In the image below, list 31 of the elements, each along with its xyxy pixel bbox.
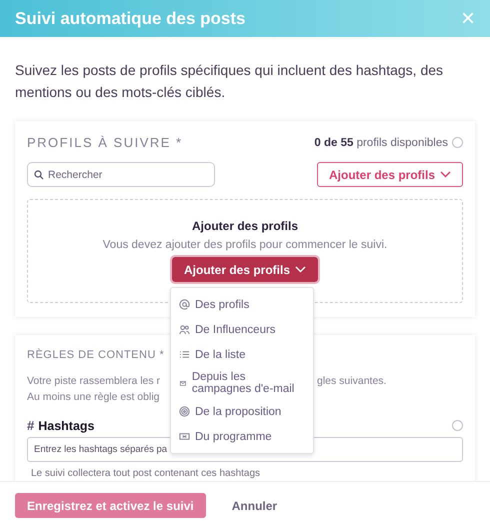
- chevron-down-icon: [295, 266, 306, 273]
- rules-text: Votre piste rassemblera les r: [27, 374, 162, 389]
- chevron-down-icon: [440, 171, 451, 178]
- add-profiles-button[interactable]: Ajouter des profils: [317, 162, 463, 187]
- search-field[interactable]: Rechercher: [27, 162, 215, 187]
- section-title: RÈGLES DE CONTENU *: [27, 349, 164, 361]
- field-hint: Le suivi collectera tout post contenant ces hashtags: [31, 468, 262, 479]
- ticket-icon: [179, 431, 190, 442]
- menu-item[interactable]: De la liste: [171, 342, 313, 367]
- profile-count: 0 de 55 profils disponibles: [314, 136, 448, 148]
- target-icon: [179, 406, 190, 417]
- add-profiles-button[interactable]: Ajouter des profils: [172, 257, 318, 282]
- cancel-button[interactable]: Annuler: [226, 498, 284, 514]
- menu-item[interactable]: Depuis les campagnes d'e-mail: [171, 367, 313, 399]
- window-title: Suivi automatique des posts: [15, 8, 246, 28]
- hash-icon: #: [27, 418, 34, 433]
- people-icon: [179, 324, 190, 335]
- rules-text: Au moins une règle est oblig: [27, 390, 160, 405]
- menu-item[interactable]: Des profils: [171, 292, 313, 317]
- at-icon: [179, 299, 190, 310]
- field-label: Hashtags: [38, 418, 95, 432]
- menu-item[interactable]: De la proposition: [171, 399, 313, 424]
- list-icon: [179, 349, 190, 360]
- menu-item[interactable]: Du programme: [171, 424, 313, 449]
- intro-text: Suivez les posts de profils spécifiques qui incluent des hashtags, des mentions ou des mots-clés ciblés.: [15, 61, 444, 102]
- search-icon: [34, 170, 44, 180]
- menu-item[interactable]: De Influenceurs: [171, 317, 313, 342]
- empty-state-text: Vous devez ajouter des profils pour commencer le suivi.: [102, 239, 388, 251]
- rules-text: gles suivantes.: [317, 374, 388, 389]
- section-title: PROFILS À SUIVRE *: [27, 135, 183, 150]
- empty-state-title: Ajouter des profils: [192, 219, 298, 233]
